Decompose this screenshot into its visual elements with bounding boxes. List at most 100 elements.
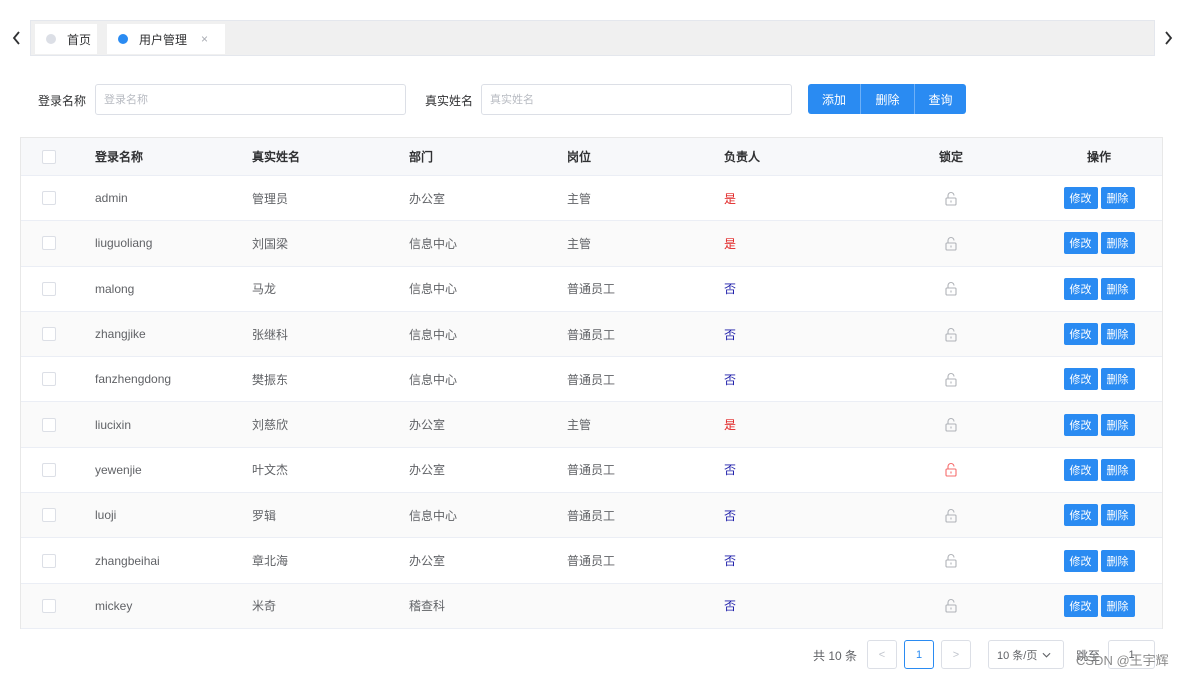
row-checkbox[interactable] [42, 327, 56, 342]
lock-icon[interactable] [930, 312, 972, 356]
row-checkbox[interactable] [42, 553, 56, 568]
column-header: 真实姓名 [252, 150, 301, 164]
delete-row-button[interactable]: 删除 [1100, 368, 1135, 391]
department-cell: 办公室 [409, 418, 446, 433]
edit-button[interactable]: 修改 [1063, 323, 1098, 346]
login-name-cell: liuguoliang [95, 236, 153, 251]
lock-icon[interactable] [930, 448, 972, 492]
edit-button[interactable]: 修改 [1063, 232, 1098, 255]
login-name-cell: zhangjike [95, 327, 146, 342]
table-row: fanzhengdong 樊振东 信息中心 普通员工 否 修改 删除 [21, 357, 1162, 403]
column-header: 登录名称 [95, 150, 144, 164]
row-checkbox[interactable] [42, 236, 56, 251]
row-checkbox[interactable] [42, 462, 56, 477]
lock-icon[interactable] [930, 221, 972, 265]
real-name-cell: 樊振东 [252, 372, 289, 387]
leader-cell: 否 [724, 327, 737, 342]
position-cell: 主管 [567, 418, 592, 433]
edit-button[interactable]: 修改 [1063, 413, 1098, 436]
action-button-group: 添加 删除 查询 [808, 84, 966, 114]
lock-icon[interactable] [930, 493, 972, 537]
chevron-right-icon: > [952, 648, 960, 661]
edit-button[interactable]: 修改 [1063, 504, 1098, 527]
real-name-cell: 管理员 [252, 191, 289, 206]
table-row: zhangjike 张继科 信息中心 普通员工 否 修改 删除 [21, 311, 1162, 358]
row-checkbox[interactable] [42, 417, 56, 432]
login-name-label: 登录名称 [38, 94, 87, 108]
prev-page-button[interactable]: < [867, 640, 897, 669]
row-actions: 修改 删除 [1059, 493, 1139, 537]
real-name-cell: 刘慈欣 [252, 418, 289, 433]
delete-row-button[interactable]: 删除 [1100, 323, 1135, 346]
scroll-tabs-left-button[interactable] [9, 28, 23, 48]
close-icon[interactable]: × [201, 32, 208, 46]
table-row: liuguoliang 刘国梁 信息中心 主管 是 修改 删除 [21, 221, 1162, 267]
delete-row-button[interactable]: 删除 [1100, 232, 1135, 255]
page-number-button[interactable]: 1 [904, 640, 934, 669]
tab-bar: 首页 用户管理 × [30, 20, 1155, 56]
lock-icon[interactable] [930, 402, 972, 446]
position-cell: 主管 [567, 236, 592, 251]
query-button[interactable]: 查询 [914, 84, 966, 114]
row-checkbox[interactable] [42, 372, 56, 387]
row-checkbox[interactable] [42, 508, 56, 523]
lock-icon[interactable] [930, 357, 972, 401]
edit-button[interactable]: 修改 [1063, 549, 1098, 572]
select-all-checkbox[interactable] [42, 149, 56, 164]
lock-icon[interactable] [930, 176, 972, 220]
position-cell: 主管 [567, 191, 592, 206]
login-name-cell: fanzhengdong [95, 372, 172, 387]
login-name-input[interactable] [95, 84, 406, 115]
lock-icon[interactable] [930, 584, 972, 628]
real-name-cell: 章北海 [252, 554, 289, 569]
position-cell: 普通员工 [567, 372, 616, 387]
delete-button[interactable]: 删除 [860, 84, 914, 114]
tab-home[interactable]: 首页 [35, 24, 97, 54]
page-size-select[interactable]: 10 条/页 [988, 640, 1064, 669]
delete-row-button[interactable]: 删除 [1100, 594, 1135, 617]
real-name-input[interactable] [481, 84, 792, 115]
tab-label: 用户管理 [139, 32, 188, 47]
department-cell: 信息中心 [409, 372, 458, 387]
delete-row-button[interactable]: 删除 [1100, 277, 1135, 300]
delete-row-button[interactable]: 删除 [1100, 458, 1135, 481]
add-button[interactable]: 添加 [808, 84, 860, 114]
page-number: 1 [915, 648, 923, 661]
delete-row-button[interactable]: 删除 [1100, 504, 1135, 527]
edit-button[interactable]: 修改 [1063, 187, 1098, 210]
next-page-button[interactable]: > [941, 640, 971, 669]
edit-button[interactable]: 修改 [1063, 368, 1098, 391]
position-cell: 普通员工 [567, 327, 616, 342]
row-checkbox[interactable] [42, 191, 56, 206]
delete-row-button[interactable]: 删除 [1100, 187, 1135, 210]
table-row: malong 马龙 信息中心 普通员工 否 修改 删除 [21, 266, 1162, 312]
chevron-left-icon [12, 31, 20, 45]
edit-button[interactable]: 修改 [1063, 594, 1098, 617]
delete-row-button[interactable]: 删除 [1100, 549, 1135, 572]
row-actions: 修改 删除 [1059, 402, 1139, 446]
login-name-cell: admin [95, 191, 128, 206]
lock-icon[interactable] [930, 267, 972, 311]
row-checkbox[interactable] [42, 598, 56, 613]
department-cell: 信息中心 [409, 508, 458, 523]
scroll-tabs-right-button[interactable] [1161, 28, 1175, 48]
leader-cell: 否 [724, 282, 737, 297]
table-row: mickey 米奇 稽查科 否 修改 删除 [21, 583, 1162, 629]
tab-user-management[interactable]: 用户管理 × [107, 24, 225, 54]
table-row: admin 管理员 办公室 主管 是 修改 删除 [21, 176, 1162, 222]
edit-button[interactable]: 修改 [1063, 458, 1098, 481]
login-name-cell: malong [95, 281, 135, 296]
login-name-cell: luoji [95, 508, 117, 523]
edit-button[interactable]: 修改 [1063, 277, 1098, 300]
login-name-cell: yewenjie [95, 462, 142, 477]
real-name-cell: 罗辑 [252, 508, 277, 523]
row-checkbox[interactable] [42, 281, 56, 296]
chevron-left-icon: < [878, 648, 886, 661]
row-actions: 修改 删除 [1059, 538, 1139, 582]
row-actions: 修改 删除 [1059, 267, 1139, 311]
delete-row-button[interactable]: 删除 [1100, 413, 1135, 436]
page-size-value: 10 条/页 [997, 649, 1038, 662]
lock-icon[interactable] [930, 538, 972, 582]
table-row: yewenjie 叶文杰 办公室 普通员工 否 修改 删除 [21, 447, 1162, 494]
department-cell: 办公室 [409, 191, 446, 206]
